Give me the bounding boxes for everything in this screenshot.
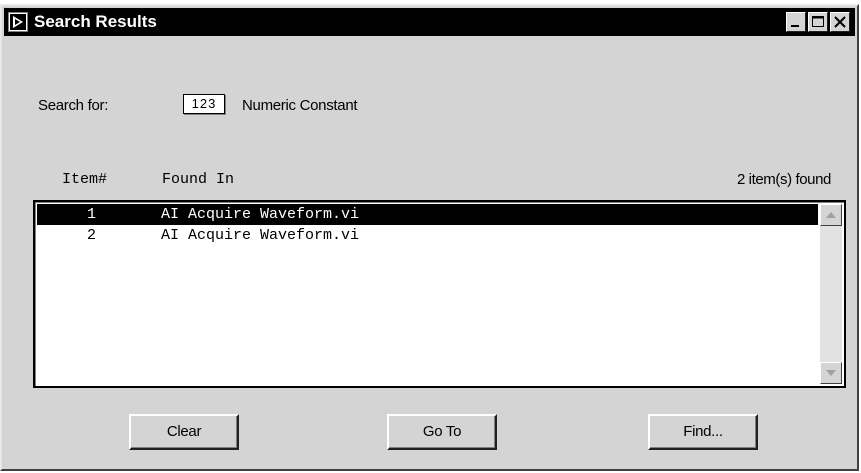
numeric-constant-icon: 123 (183, 94, 225, 114)
minimize-button[interactable] (786, 12, 806, 32)
results-count: 2 item(s) found (736, 171, 831, 188)
maximize-icon (812, 16, 824, 27)
title-bar[interactable]: Search Results (4, 8, 855, 36)
maximize-button[interactable] (808, 12, 828, 32)
search-object-type: Numeric Constant (242, 97, 358, 114)
find-button[interactable]: Find... (648, 414, 758, 450)
vertical-scrollbar[interactable] (820, 204, 842, 384)
column-header-item: Item# (62, 171, 108, 188)
column-header-found-in: Found In (162, 171, 235, 188)
window-title: Search Results (34, 12, 157, 31)
list-item[interactable]: 1 AI Acquire Waveform.vi (37, 204, 818, 225)
list-item[interactable]: 2 AI Acquire Waveform.vi (37, 225, 818, 246)
scroll-up-button[interactable] (820, 204, 842, 226)
scroll-up-arrow-icon (826, 212, 836, 218)
labview-vi-icon[interactable] (8, 12, 28, 32)
scroll-down-button[interactable] (820, 362, 842, 384)
item-found-in: AI Acquire Waveform.vi (161, 227, 360, 244)
search-for-label: Search for: (38, 97, 109, 114)
clear-button[interactable]: Clear (129, 414, 239, 450)
go-to-button[interactable]: Go To (387, 414, 497, 450)
results-list: 1 AI Acquire Waveform.vi 2 AI Acquire Wa… (37, 204, 818, 384)
scroll-down-arrow-icon (826, 370, 836, 376)
item-number: 2 (87, 227, 97, 244)
minimize-icon (791, 25, 799, 27)
close-icon (834, 16, 846, 28)
search-results-window: Search Results Search for: 123 Numeric C… (0, 4, 859, 471)
close-button[interactable] (830, 12, 850, 32)
results-listbox[interactable]: 1 AI Acquire Waveform.vi 2 AI Acquire Wa… (33, 200, 846, 388)
item-found-in: AI Acquire Waveform.vi (161, 206, 360, 223)
item-number: 1 (87, 206, 97, 223)
